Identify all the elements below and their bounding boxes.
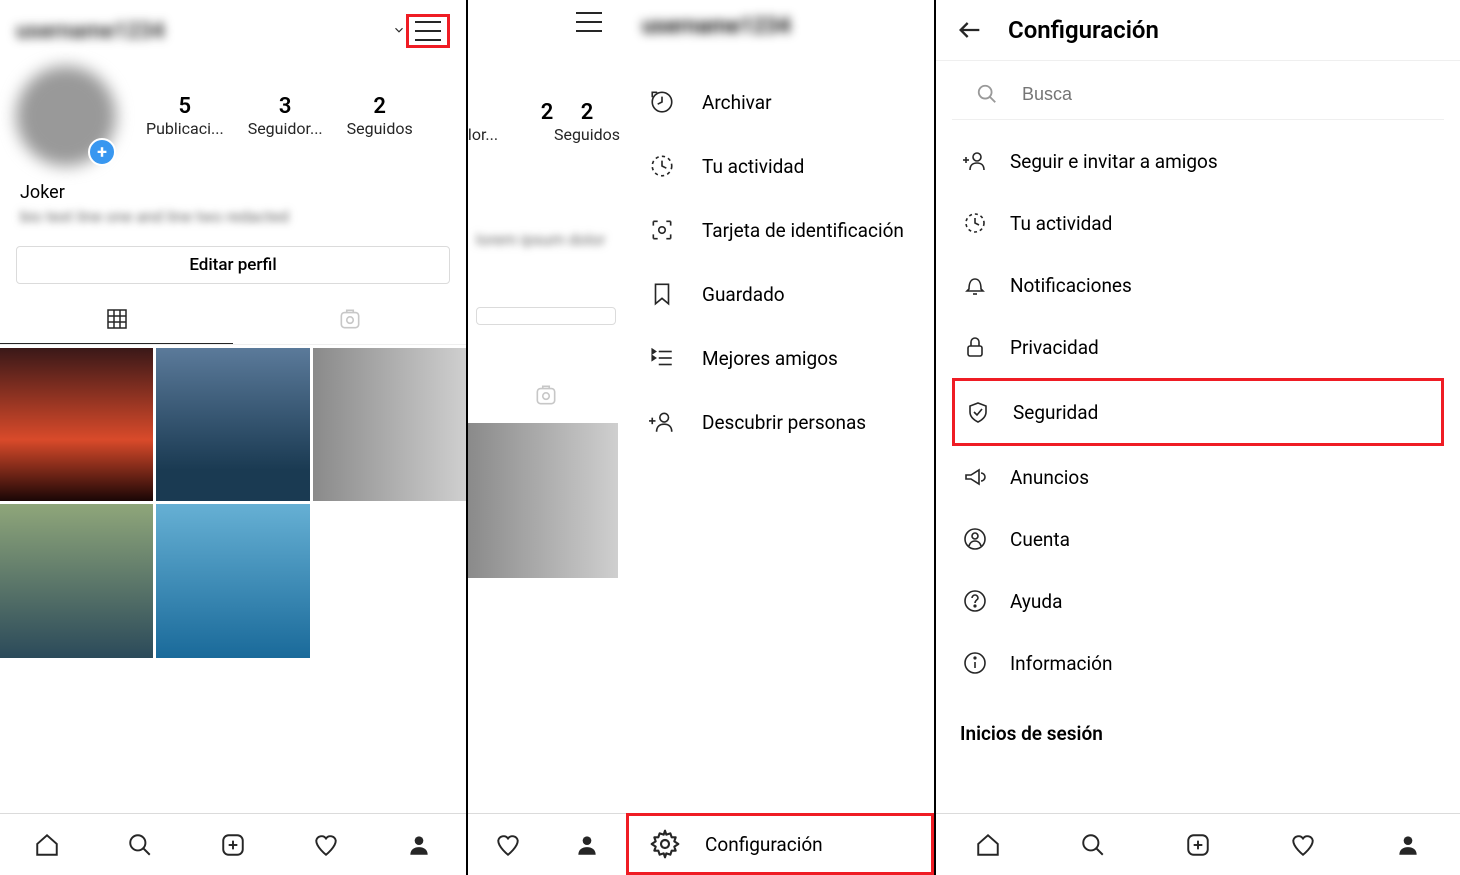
hamburger-icon bbox=[415, 21, 441, 41]
account-icon bbox=[960, 524, 990, 554]
home-icon[interactable] bbox=[33, 831, 61, 859]
settings-screen: Configuración Seguir e invitar a amigos … bbox=[936, 0, 1460, 875]
settings-item-privacy[interactable]: Privacidad bbox=[952, 316, 1444, 378]
activity-icon[interactable] bbox=[312, 831, 340, 859]
section-header-logins: Inicios de sesión bbox=[936, 704, 1460, 755]
posts-grid bbox=[0, 345, 466, 658]
tab-tagged-partial bbox=[476, 370, 616, 420]
stat-followers[interactable]: 3 Seguidor... bbox=[248, 94, 323, 138]
nametag-icon bbox=[646, 214, 678, 246]
drawer-item-activity[interactable]: Tu actividad bbox=[626, 134, 934, 198]
tab-grid[interactable] bbox=[0, 294, 233, 344]
drawer-item-close-friends[interactable]: Mejores amigos bbox=[626, 326, 934, 390]
post-thumbnail[interactable] bbox=[156, 348, 309, 501]
drawer-screen: 2 lor... 2 Seguidos lorem ipsum dolor bbox=[468, 0, 936, 875]
post-thumbnail[interactable] bbox=[0, 504, 153, 657]
drawer-item-archive[interactable]: Archivar bbox=[626, 70, 934, 134]
bottom-nav bbox=[936, 813, 1460, 875]
post-thumbnail[interactable] bbox=[156, 504, 309, 657]
info-icon bbox=[960, 648, 990, 678]
search-row[interactable] bbox=[952, 69, 1444, 120]
activity-clock-icon bbox=[646, 150, 678, 182]
help-icon bbox=[960, 586, 990, 616]
search-icon[interactable] bbox=[1079, 831, 1107, 859]
lock-icon bbox=[960, 332, 990, 362]
search-icon[interactable] bbox=[126, 831, 154, 859]
stat-following[interactable]: 2 Seguidos bbox=[347, 94, 413, 138]
search-icon bbox=[976, 83, 998, 105]
bottom-nav bbox=[0, 813, 466, 875]
add-post-icon[interactable] bbox=[1184, 831, 1212, 859]
stat-following-partial2: 2 Seguidos bbox=[548, 100, 626, 144]
add-story-icon[interactable]: + bbox=[88, 138, 116, 166]
post-thumbnail[interactable] bbox=[313, 348, 466, 501]
follow-invite-icon bbox=[960, 146, 990, 176]
gear-icon bbox=[649, 828, 681, 860]
bottom-nav-partial bbox=[468, 813, 626, 875]
post-thumbnail bbox=[468, 423, 618, 578]
drawer-item-discover[interactable]: Descubrir personas bbox=[626, 390, 934, 454]
drawer-item-settings-highlight[interactable]: Configuración bbox=[626, 813, 934, 875]
close-friends-icon bbox=[646, 342, 678, 374]
hamburger-icon[interactable] bbox=[576, 12, 602, 32]
bio-name: Joker bbox=[20, 182, 446, 203]
bio-text-partial: lorem ipsum dolor bbox=[476, 230, 616, 249]
drawer-menu: Archivar Tu actividad Tarjeta de identif… bbox=[626, 60, 934, 813]
post-thumbnail[interactable] bbox=[0, 348, 153, 501]
profile-icon[interactable] bbox=[405, 831, 433, 859]
settings-item-follow-invite[interactable]: Seguir e invitar a amigos bbox=[952, 130, 1444, 192]
drawer-username: username1234 bbox=[642, 14, 791, 39]
hamburger-menu-highlight[interactable] bbox=[406, 14, 450, 48]
edit-profile-button-partial bbox=[476, 307, 616, 325]
settings-title: Configuración bbox=[1008, 16, 1159, 44]
profile-icon[interactable] bbox=[1394, 831, 1422, 859]
settings-item-activity[interactable]: Tu actividad bbox=[952, 192, 1444, 254]
profile-icon[interactable] bbox=[557, 831, 617, 859]
settings-item-ads[interactable]: Anuncios bbox=[952, 446, 1444, 508]
chevron-down-icon[interactable] bbox=[392, 22, 406, 41]
username-label[interactable]: username1234 bbox=[16, 19, 386, 44]
profile-screen: username1234 + 5 Publicaci... 3 Seguid bbox=[0, 0, 468, 875]
shield-icon bbox=[963, 397, 993, 427]
discover-people-icon bbox=[646, 406, 678, 438]
tab-tagged[interactable] bbox=[233, 294, 466, 344]
activity-clock-icon bbox=[960, 208, 990, 238]
edit-profile-button[interactable]: Editar perfil bbox=[16, 246, 450, 284]
avatar[interactable]: + bbox=[16, 66, 116, 166]
bookmark-icon bbox=[646, 278, 678, 310]
bell-icon bbox=[960, 270, 990, 300]
activity-icon[interactable] bbox=[478, 831, 538, 859]
settings-item-account[interactable]: Cuenta bbox=[952, 508, 1444, 570]
settings-item-security-highlight[interactable]: Seguridad bbox=[952, 378, 1444, 446]
activity-icon[interactable] bbox=[1289, 831, 1317, 859]
drawer-item-saved[interactable]: Guardado bbox=[626, 262, 934, 326]
archive-icon bbox=[646, 86, 678, 118]
megaphone-icon bbox=[960, 462, 990, 492]
add-post-icon[interactable] bbox=[219, 831, 247, 859]
settings-item-help[interactable]: Ayuda bbox=[952, 570, 1444, 632]
settings-item-about[interactable]: Información bbox=[952, 632, 1444, 694]
bio-text: bio text line one and line two redacted bbox=[20, 207, 446, 226]
back-arrow-icon[interactable] bbox=[956, 16, 984, 44]
home-icon[interactable] bbox=[974, 831, 1002, 859]
stat-posts[interactable]: 5 Publicaci... bbox=[146, 94, 224, 138]
drawer-item-nametag[interactable]: Tarjeta de identificación bbox=[626, 198, 934, 262]
settings-item-notifications[interactable]: Notificaciones bbox=[952, 254, 1444, 316]
settings-list: Seguir e invitar a amigos Tu actividad N… bbox=[936, 120, 1460, 704]
search-input[interactable] bbox=[1022, 84, 1420, 105]
